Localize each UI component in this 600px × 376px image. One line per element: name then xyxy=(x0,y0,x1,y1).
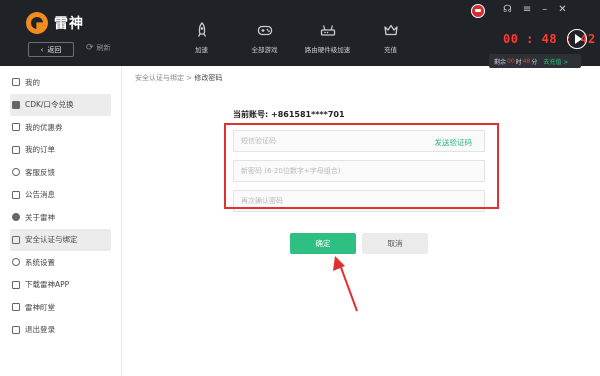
nav-label: 全部游戏 xyxy=(251,46,278,54)
user-icon xyxy=(12,78,20,86)
sidebar-item-coupons[interactable]: 我的优惠券 xyxy=(0,116,121,139)
remain-hours: 00 xyxy=(507,57,515,65)
sidebar-item-label: CDK/口令兑换 xyxy=(25,100,74,110)
remain-hour-unit: 时 xyxy=(515,58,522,66)
back-label: 返回 xyxy=(47,45,62,54)
nav-item-accelerate[interactable]: 加速 xyxy=(170,22,233,54)
play-icon[interactable] xyxy=(567,29,587,49)
window-controls: ☊ ≡ – ✕ xyxy=(503,4,567,15)
sidebar-item-label: 安全认证与绑定 xyxy=(25,235,78,245)
gear-icon xyxy=(12,258,20,266)
annotation-highlight-box xyxy=(224,123,499,209)
sidebar-item-label: 下载雷神APP xyxy=(25,280,70,290)
gamepad-icon xyxy=(257,25,272,36)
sidebar-item-label: 公告消息 xyxy=(25,190,55,200)
account-value: +861581****701 xyxy=(271,110,345,119)
sidebar: 我的 CDK/口令兑换 我的优惠券 我的订单 客服反馈 公告消息 关于雷神 安全… xyxy=(0,66,122,376)
nav-item-router[interactable]: 路由硬件级加速 xyxy=(296,22,359,54)
sidebar-item-label: 雷神町堂 xyxy=(25,302,55,312)
breadcrumb-separator: > xyxy=(184,74,195,82)
sidebar-item-settings[interactable]: 系统设置 xyxy=(0,251,121,274)
recharge-link[interactable]: 去充值 > xyxy=(543,57,568,66)
sidebar-item-hall[interactable]: 雷神町堂 xyxy=(0,296,121,319)
chevron-left-icon: ‹ xyxy=(40,45,44,54)
sidebar-item-cdk[interactable]: CDK/口令兑换 xyxy=(10,93,111,116)
sidebar-item-feedback[interactable]: 客服反馈 xyxy=(0,161,121,184)
sidebar-item-about[interactable]: 关于雷神 xyxy=(0,206,121,229)
order-icon xyxy=(12,145,20,154)
sidebar-item-label: 退出登录 xyxy=(25,325,55,335)
nav-label: 路由硬件级加速 xyxy=(304,46,351,54)
sidebar-item-logout[interactable]: 退出登录 xyxy=(0,319,121,342)
back-button[interactable]: ‹ 返回 xyxy=(28,42,74,57)
top-bar: 雷神 ‹ 返回 ⟳ 刷新 加速 全部游戏 路由硬件级加速 充值 ☊ ≡ – ✕ … xyxy=(0,0,600,68)
logout-icon xyxy=(12,325,20,334)
avatar[interactable] xyxy=(471,4,485,18)
cancel-button[interactable]: 取消 xyxy=(362,233,428,254)
sidebar-item-label: 我的 xyxy=(25,77,40,87)
sidebar-item-mine[interactable]: 我的 xyxy=(0,71,121,94)
nav-item-all-games[interactable]: 全部游戏 xyxy=(233,22,296,54)
hall-icon xyxy=(12,303,20,311)
account-label: 当前账号: xyxy=(233,110,269,119)
app-name: 雷神 xyxy=(54,16,84,32)
main-nav: 加速 全部游戏 路由硬件级加速 充值 xyxy=(170,22,422,54)
sidebar-item-download-app[interactable]: 下载雷神APP xyxy=(0,274,121,297)
breadcrumb: 安全认证与绑定 > 修改密码 xyxy=(135,73,222,83)
app-logo: 雷神 xyxy=(26,12,84,34)
logo-icon xyxy=(26,12,48,34)
headset-icon[interactable]: ☊ xyxy=(503,4,512,15)
remaining-time-bar: 剩余 00 时 48 分 去充值 > xyxy=(489,54,581,68)
breadcrumb-current: 修改密码 xyxy=(194,74,223,82)
sidebar-item-label: 关于雷神 xyxy=(25,212,55,222)
nav-label: 充值 xyxy=(384,46,397,54)
refresh-button[interactable]: ⟳ 刷新 xyxy=(86,43,111,53)
cdk-icon xyxy=(12,100,20,109)
coupon-icon xyxy=(12,123,20,131)
sidebar-item-label: 我的优惠券 xyxy=(25,122,63,132)
announcement-icon xyxy=(12,190,20,199)
remain-prefix: 剩余 xyxy=(494,58,507,66)
crown-icon xyxy=(383,24,398,36)
sidebar-item-label: 客服反馈 xyxy=(25,167,55,177)
remain-minute-unit: 分 xyxy=(531,58,538,66)
refresh-icon: ⟳ xyxy=(86,43,94,53)
sidebar-item-orders[interactable]: 我的订单 xyxy=(0,139,121,162)
remain-minutes: 48 xyxy=(522,57,531,65)
current-account: 当前账号: +861581****701 xyxy=(233,109,345,120)
sidebar-item-label: 系统设置 xyxy=(25,257,55,267)
menu-icon[interactable]: ≡ xyxy=(523,4,531,15)
phone-icon xyxy=(12,280,20,289)
refresh-label: 刷新 xyxy=(96,44,111,52)
rocket-icon xyxy=(197,22,206,37)
info-icon xyxy=(12,213,20,221)
sidebar-item-security[interactable]: 安全认证与绑定 xyxy=(10,228,111,251)
close-icon[interactable]: ✕ xyxy=(558,4,566,15)
nav-item-recharge[interactable]: 充值 xyxy=(359,22,422,54)
minimize-icon[interactable]: – xyxy=(542,4,547,15)
breadcrumb-parent[interactable]: 安全认证与绑定 xyxy=(135,74,184,82)
sidebar-item-label: 我的订单 xyxy=(25,145,55,155)
router-icon xyxy=(320,25,335,36)
confirm-button[interactable]: 确定 xyxy=(290,233,356,254)
shield-icon xyxy=(12,235,20,244)
nav-label: 加速 xyxy=(195,46,208,54)
feedback-icon xyxy=(12,168,20,176)
sidebar-item-announcements[interactable]: 公告消息 xyxy=(0,184,121,207)
